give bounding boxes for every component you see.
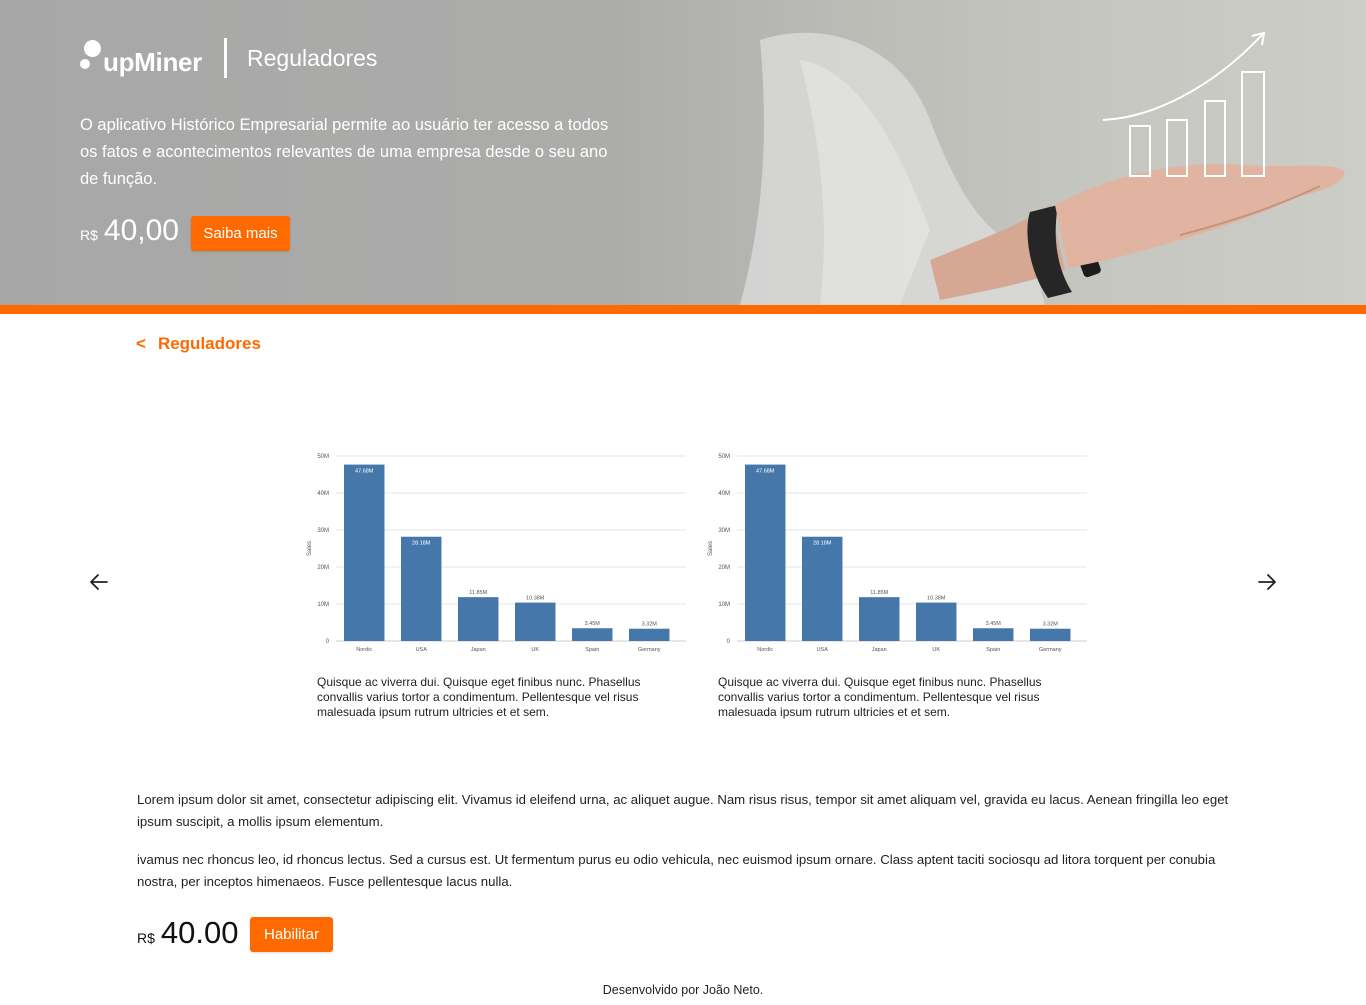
chart-bar	[1030, 628, 1071, 641]
y-tick-label: 30M	[718, 528, 730, 534]
x-tick-label: Germany	[1039, 647, 1062, 653]
x-tick-label: Japan	[872, 647, 887, 653]
x-tick-label: Japan	[471, 647, 486, 653]
hero-accent-bar	[0, 305, 1366, 314]
page-title: Reguladores	[247, 44, 378, 71]
y-tick-label: 40M	[718, 491, 730, 497]
carousel-slide: 0 10M 20M 30M 40M 50M Sales 47.68M Nordic 28.18M U…	[707, 446, 1087, 720]
footer-credit: Desenvolvido por João Neto.	[602, 983, 764, 997]
product-price: R$ 40.00	[137, 915, 238, 951]
learn-more-button[interactable]: Saiba mais	[191, 216, 290, 251]
hero-price-currency: R$	[80, 227, 98, 243]
x-tick-label: UK	[531, 647, 539, 653]
chart-bar	[458, 597, 499, 641]
chart-bar	[572, 628, 613, 641]
x-tick-label: UK	[932, 647, 940, 653]
upminer-logo-icon	[80, 40, 102, 76]
slide-caption: Quisque ac viverra dui. Quisque eget fin…	[317, 675, 641, 719]
hero-banner: upMiner Reguladores O aplicativo Históri…	[0, 0, 1366, 305]
brand-name: upMiner	[103, 46, 203, 77]
data-label: 10.38M	[526, 596, 545, 602]
y-tick-label: 30M	[317, 528, 329, 534]
y-tick-label: 0	[727, 639, 731, 645]
y-tick-label: 20M	[718, 565, 730, 571]
data-label: 10.38M	[927, 596, 946, 602]
data-label: 3.32M	[1043, 622, 1059, 628]
chart-bar	[629, 628, 670, 641]
brand-header: upMiner Reguladores	[80, 38, 377, 78]
x-tick-label: USA	[817, 647, 829, 653]
data-label: 11.85M	[469, 590, 487, 596]
data-label: 28.18M	[813, 541, 832, 547]
carousel-slide: 0 10M 20M 30M 40M 50M Sales 47.68M Nordic 28.18M U…	[306, 446, 686, 720]
x-tick-label: Nordic	[757, 647, 773, 653]
chart-bar	[401, 536, 442, 641]
y-tick-label: 20M	[317, 565, 329, 571]
brand-divider	[224, 38, 228, 78]
x-tick-label: USA	[416, 647, 428, 653]
chart-bar	[916, 602, 957, 641]
description-paragraph: Lorem ipsum dolor sit amet, consectetur …	[137, 792, 1229, 829]
chart-bar	[973, 628, 1014, 641]
x-tick-label: Spain	[585, 647, 599, 653]
growth-chart-icon	[1102, 31, 1266, 177]
description-paragraph: ivamus nec rhoncus leo, id rhoncus lectu…	[137, 852, 1216, 889]
back-link[interactable]: < Reguladores	[136, 334, 261, 354]
chart-bar	[745, 464, 786, 641]
data-label: 3.45M	[986, 621, 1002, 627]
y-axis-label: Sales	[307, 541, 313, 556]
bar-chart: 0 10M 20M 30M 40M 50M Sales 47.68M Nordic 28.18M U…	[307, 454, 686, 653]
chart-bar	[802, 536, 843, 641]
slide-caption: Quisque ac viverra dui. Quisque eget fin…	[718, 675, 1042, 719]
chevron-left-icon: <	[136, 334, 146, 353]
chart-bar	[344, 464, 385, 641]
x-tick-label: Nordic	[356, 647, 372, 653]
data-label: 28.18M	[412, 541, 431, 547]
arrow-left-icon[interactable]	[87, 570, 111, 594]
data-label: 11.85M	[870, 590, 888, 596]
enable-button[interactable]: Habilitar	[250, 917, 333, 952]
hero-description: O aplicativo Histórico Empresarial permi…	[80, 116, 609, 188]
chart-bar	[859, 597, 900, 641]
back-link-label: Reguladores	[157, 334, 261, 353]
y-axis-label: Sales	[708, 541, 714, 556]
chart-bar	[515, 602, 556, 641]
data-label: 3.32M	[642, 622, 658, 628]
hero-price: R$ 40,00	[80, 214, 179, 248]
y-tick-label: 10M	[317, 602, 329, 608]
hero-price-amount: 40,00	[103, 214, 179, 247]
bar-chart: 0 10M 20M 30M 40M 50M Sales 47.68M Nordic 28.18M U…	[708, 454, 1087, 653]
data-label: 3.45M	[585, 621, 601, 627]
price-amount: 40.00	[160, 915, 239, 950]
x-tick-label: Germany	[638, 647, 661, 653]
data-label: 47.68M	[355, 469, 374, 475]
y-tick-label: 40M	[317, 491, 329, 497]
arrow-right-icon[interactable]	[1255, 570, 1279, 594]
y-tick-label: 0	[326, 639, 330, 645]
y-tick-label: 50M	[317, 454, 329, 460]
price-currency: R$	[137, 930, 155, 946]
data-label: 47.68M	[756, 469, 775, 475]
y-tick-label: 50M	[718, 454, 730, 460]
y-tick-label: 10M	[718, 602, 730, 608]
x-tick-label: Spain	[986, 647, 1000, 653]
